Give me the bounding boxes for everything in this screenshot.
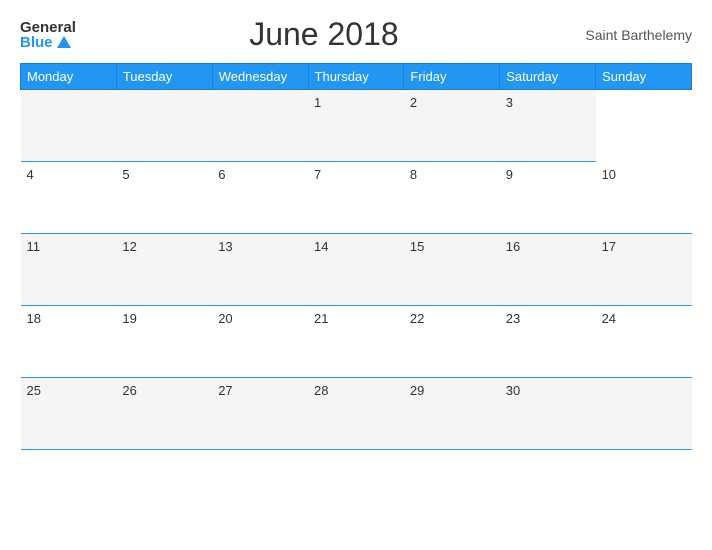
day-number: 23	[506, 311, 520, 326]
day-number: 10	[602, 167, 616, 182]
day-number: 13	[218, 239, 232, 254]
day-number: 7	[314, 167, 321, 182]
calendar-cell: 30	[500, 378, 596, 450]
day-number: 21	[314, 311, 328, 326]
day-number: 6	[218, 167, 225, 182]
header-tuesday: Tuesday	[116, 64, 212, 90]
logo-triangle-icon	[57, 36, 71, 48]
header-wednesday: Wednesday	[212, 64, 308, 90]
calendar-cell: 1	[308, 90, 404, 162]
calendar-cell: 5	[116, 162, 212, 234]
calendar-cell: 27	[212, 378, 308, 450]
calendar-cell: 21	[308, 306, 404, 378]
calendar-cell: 15	[404, 234, 500, 306]
calendar-cell: 8	[404, 162, 500, 234]
day-number: 5	[122, 167, 129, 182]
header-thursday: Thursday	[308, 64, 404, 90]
calendar-cell: 9	[500, 162, 596, 234]
day-number: 28	[314, 383, 328, 398]
header-friday: Friday	[404, 64, 500, 90]
day-number: 16	[506, 239, 520, 254]
calendar-cell: 18	[21, 306, 117, 378]
calendar-cell: 7	[308, 162, 404, 234]
calendar-cell: 24	[596, 306, 692, 378]
day-number: 9	[506, 167, 513, 182]
day-number: 19	[122, 311, 136, 326]
calendar-cell: 20	[212, 306, 308, 378]
calendar-cell	[116, 90, 212, 162]
calendar-cell: 12	[116, 234, 212, 306]
logo-general-text: General	[20, 20, 76, 35]
calendar-cell: 14	[308, 234, 404, 306]
calendar-title: June 2018	[76, 16, 572, 53]
calendar-cell	[212, 90, 308, 162]
logo: General Blue	[20, 20, 76, 50]
weekday-header-row: Monday Tuesday Wednesday Thursday Friday…	[21, 64, 692, 90]
day-number: 4	[27, 167, 34, 182]
calendar-cell: 11	[21, 234, 117, 306]
calendar-cell: 25	[21, 378, 117, 450]
calendar-cell: 16	[500, 234, 596, 306]
calendar-row: 11 12 13 14 15 16 17	[21, 234, 692, 306]
day-number: 17	[602, 239, 616, 254]
calendar-cell: 28	[308, 378, 404, 450]
calendar-cell: 26	[116, 378, 212, 450]
header: General Blue June 2018 Saint Barthelemy	[20, 16, 692, 53]
calendar-cell: 13	[212, 234, 308, 306]
calendar-cell	[596, 378, 692, 450]
calendar-row: 25 26 27 28 29 30	[21, 378, 692, 450]
day-number: 14	[314, 239, 328, 254]
calendar-row: 1 2 3	[21, 90, 692, 162]
calendar-cell: 4	[21, 162, 117, 234]
calendar-cell: 2	[404, 90, 500, 162]
header-saturday: Saturday	[500, 64, 596, 90]
header-monday: Monday	[21, 64, 117, 90]
day-number: 25	[27, 383, 41, 398]
day-number: 3	[506, 95, 513, 110]
calendar-cell: 10	[596, 162, 692, 234]
calendar-cell: 29	[404, 378, 500, 450]
region-label: Saint Barthelemy	[572, 27, 692, 43]
calendar-row: 18 19 20 21 22 23 24	[21, 306, 692, 378]
day-number: 11	[27, 239, 41, 254]
calendar-cell: 23	[500, 306, 596, 378]
calendar-cell: 22	[404, 306, 500, 378]
day-number: 27	[218, 383, 232, 398]
day-number: 26	[122, 383, 136, 398]
day-number: 30	[506, 383, 520, 398]
calendar-cell: 19	[116, 306, 212, 378]
day-number: 22	[410, 311, 424, 326]
calendar-row: 4 5 6 7 8 9 10	[21, 162, 692, 234]
calendar-cell: 6	[212, 162, 308, 234]
page: General Blue June 2018 Saint Barthelemy …	[0, 0, 712, 550]
header-sunday: Sunday	[596, 64, 692, 90]
day-number: 18	[27, 311, 41, 326]
day-number: 1	[314, 95, 321, 110]
day-number: 15	[410, 239, 424, 254]
calendar-cell	[21, 90, 117, 162]
day-number: 8	[410, 167, 417, 182]
day-number: 2	[410, 95, 417, 110]
day-number: 12	[122, 239, 136, 254]
day-number: 24	[602, 311, 616, 326]
calendar-cell: 17	[596, 234, 692, 306]
logo-blue-text: Blue	[20, 35, 71, 50]
day-number: 29	[410, 383, 424, 398]
day-number: 20	[218, 311, 232, 326]
calendar-table: Monday Tuesday Wednesday Thursday Friday…	[20, 63, 692, 450]
calendar-cell: 3	[500, 90, 596, 162]
